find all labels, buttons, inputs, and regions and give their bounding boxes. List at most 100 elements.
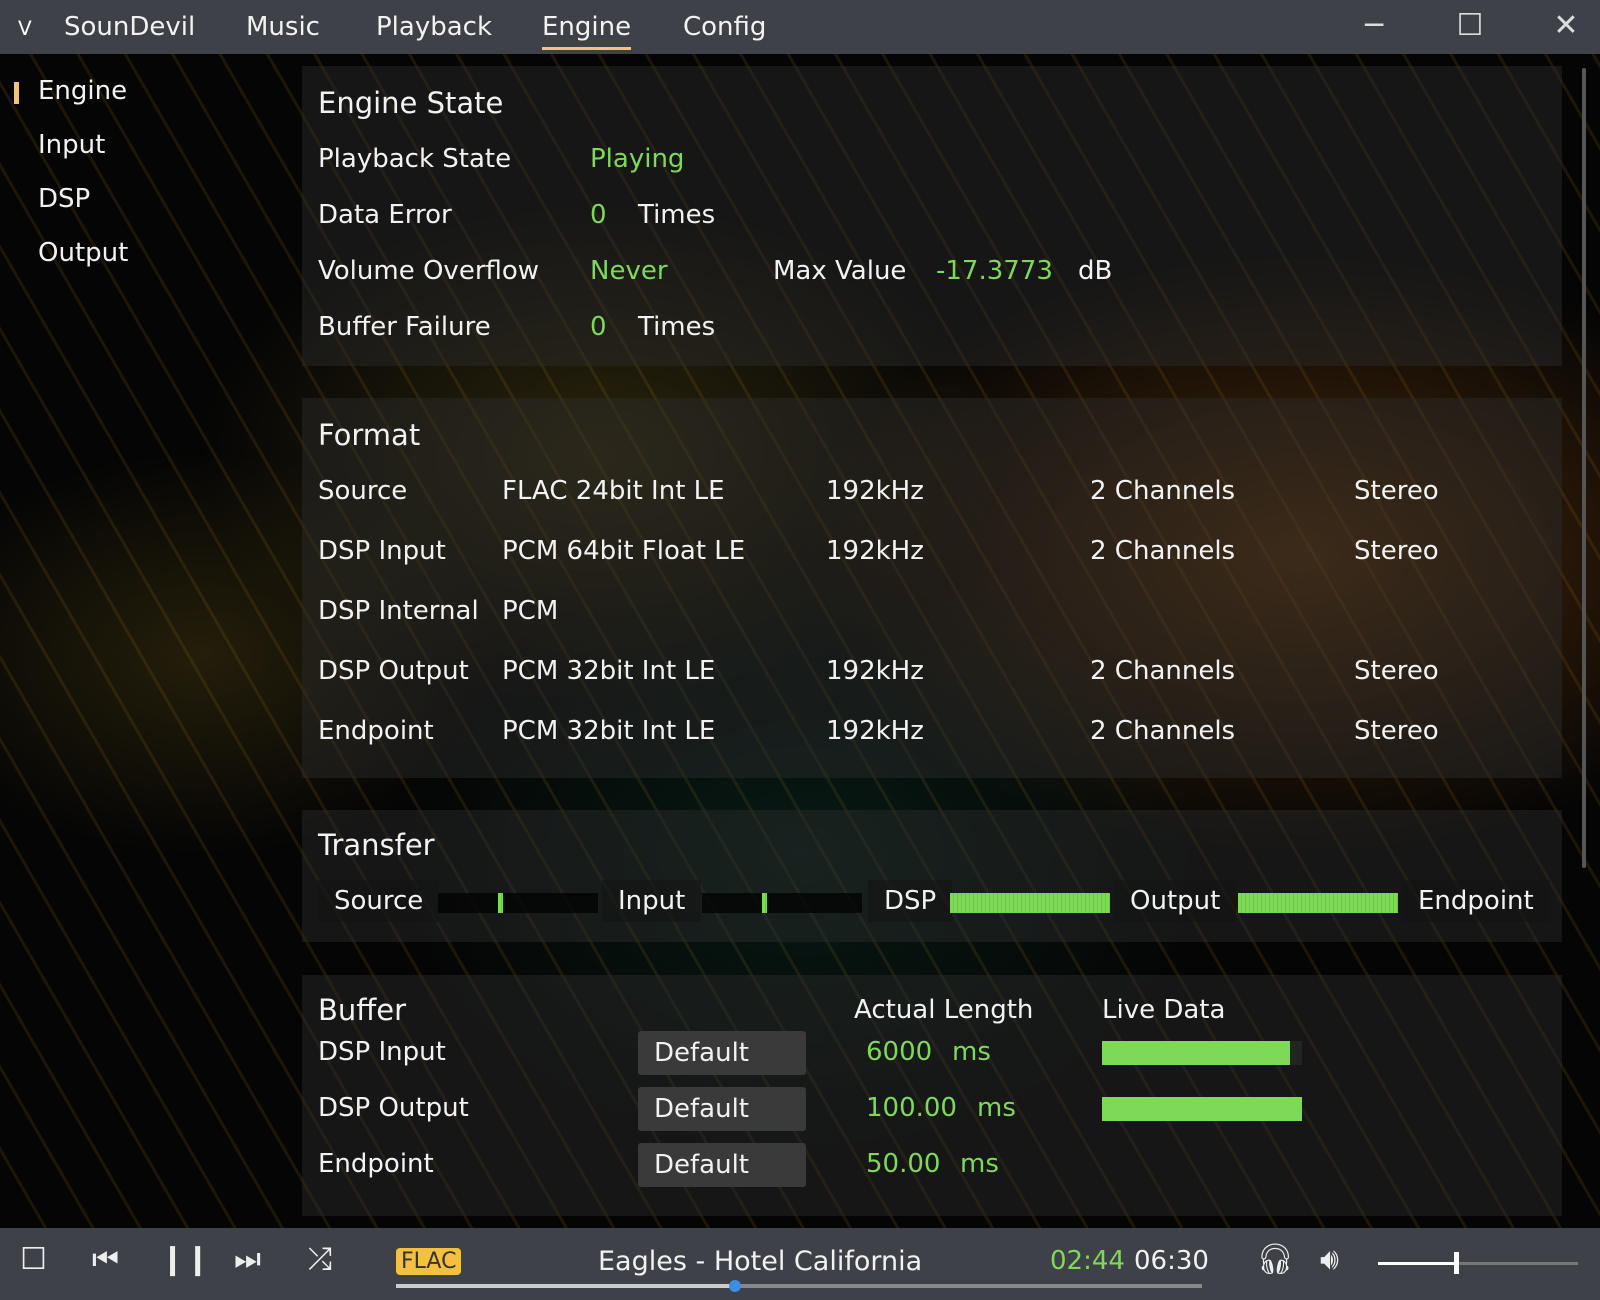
- section-title: Buffer: [318, 993, 407, 1027]
- section-title: Transfer: [318, 828, 435, 862]
- stop-icon[interactable]: ☐: [20, 1242, 47, 1277]
- sidebar-item-engine[interactable]: Engine: [38, 76, 127, 106]
- title-bar: ᐯ SounDevil Music Playback Engine Config…: [0, 0, 1600, 54]
- buffer-length-value: 6000: [866, 1037, 933, 1067]
- label: Playback State: [318, 144, 512, 174]
- transfer-bar-dsp-output: [950, 893, 1110, 913]
- engine-state-panel: Engine State Playback State Playing Data…: [302, 66, 1562, 366]
- label: Buffer Failure: [318, 312, 491, 342]
- format-cell: PCM 32bit Int LE: [502, 716, 716, 746]
- buffer-unit: ms: [960, 1149, 999, 1179]
- format-cell: 192kHz: [826, 536, 924, 566]
- buffer-unit: ms: [977, 1093, 1016, 1123]
- format-cell: 192kHz: [826, 656, 924, 686]
- unit: Times: [638, 200, 716, 230]
- app-name: SounDevil: [64, 12, 196, 42]
- elapsed-time: 02:44: [1050, 1246, 1125, 1276]
- transfer-bar-input-dsp: [702, 893, 862, 913]
- format-cell: 192kHz: [826, 476, 924, 506]
- transfer-panel: Transfer Source Input DSP Output Endpoin…: [302, 810, 1562, 942]
- buffer-mode-dropdown[interactable]: Default: [638, 1031, 806, 1075]
- menu-config[interactable]: Config: [683, 12, 766, 42]
- sidebar-active-indicator: [14, 82, 19, 104]
- buffer-failure-value: 0: [590, 312, 607, 342]
- format-cell: DSP Output: [318, 656, 469, 686]
- transfer-source: Source: [318, 880, 440, 922]
- format-badge: FLAC: [396, 1248, 462, 1275]
- format-cell: Endpoint: [318, 716, 434, 746]
- format-cell: DSP Internal: [318, 596, 479, 626]
- headphones-icon[interactable]: 🎧︎: [1256, 1242, 1294, 1277]
- scrollbar[interactable]: [1582, 68, 1586, 868]
- pause-icon[interactable]: ❙❙: [160, 1242, 210, 1277]
- buffer-panel: Buffer Actual Length Live Data DSP Input…: [302, 975, 1562, 1216]
- max-value: -17.3773: [936, 256, 1053, 286]
- volume-slider[interactable]: [1378, 1252, 1578, 1274]
- maximize-icon[interactable]: ☐: [1450, 8, 1490, 43]
- sidebar-item-dsp[interactable]: DSP: [38, 184, 90, 214]
- label: Max Value: [773, 256, 907, 286]
- format-cell: PCM: [502, 596, 559, 626]
- format-panel: Format Source FLAC 24bit Int LE 192kHz 2 Ch…: [302, 398, 1562, 778]
- column-header: Actual Length: [854, 995, 1034, 1025]
- transfer-bar-output-endpoint: [1238, 893, 1398, 913]
- format-cell: 2 Channels: [1090, 536, 1236, 566]
- duration: 06:30: [1134, 1246, 1209, 1276]
- track-title: Eagles - Hotel California: [598, 1246, 923, 1277]
- overflow-value: Never: [590, 256, 668, 286]
- label: Data Error: [318, 200, 452, 230]
- format-cell: PCM 64bit Float LE: [502, 536, 746, 566]
- menu-engine[interactable]: Engine: [542, 12, 632, 50]
- live-data-bar: [1102, 1041, 1302, 1065]
- menu-music[interactable]: Music: [246, 12, 320, 42]
- format-cell: 2 Channels: [1090, 656, 1236, 686]
- previous-icon[interactable]: ⏮: [92, 1242, 119, 1277]
- buffer-length-value: 50.00: [866, 1149, 941, 1179]
- close-icon[interactable]: ✕: [1546, 8, 1586, 43]
- column-header: Live Data: [1102, 995, 1226, 1025]
- menu-playback[interactable]: Playback: [376, 12, 492, 42]
- seek-handle[interactable]: [728, 1280, 741, 1292]
- minimize-icon[interactable]: ─: [1354, 8, 1394, 43]
- format-cell: 2 Channels: [1090, 716, 1236, 746]
- format-cell: FLAC 24bit Int LE: [502, 476, 725, 506]
- buffer-row-label: DSP Input: [318, 1037, 446, 1067]
- live-data-bar: [1102, 1097, 1302, 1121]
- format-cell: Stereo: [1354, 716, 1439, 746]
- section-title: Engine State: [318, 86, 504, 120]
- volume-icon[interactable]: 🔊︎: [1320, 1242, 1339, 1277]
- section-title: Format: [318, 418, 421, 452]
- buffer-mode-dropdown[interactable]: Default: [638, 1087, 806, 1131]
- playback-state-value: Playing: [590, 144, 685, 174]
- format-cell: Source: [318, 476, 408, 506]
- sidebar-item-output[interactable]: Output: [38, 238, 128, 268]
- format-cell: 2 Channels: [1090, 476, 1236, 506]
- unit: Times: [638, 312, 716, 342]
- transfer-endpoint: Endpoint: [1402, 880, 1550, 922]
- format-cell: Stereo: [1354, 536, 1439, 566]
- data-error-value: 0: [590, 200, 607, 230]
- app-logo-icon: ᐯ: [18, 16, 32, 40]
- format-cell: PCM 32bit Int LE: [502, 656, 716, 686]
- transfer-input: Input: [602, 880, 702, 922]
- next-icon[interactable]: ⏭: [234, 1242, 261, 1277]
- format-cell: 192kHz: [826, 716, 924, 746]
- sidebar-item-input[interactable]: Input: [38, 130, 105, 160]
- seek-bar[interactable]: [396, 1280, 1202, 1292]
- buffer-mode-dropdown[interactable]: Default: [638, 1143, 806, 1187]
- buffer-row-label: DSP Output: [318, 1093, 469, 1123]
- buffer-row-label: Endpoint: [318, 1149, 434, 1179]
- format-cell: DSP Input: [318, 536, 446, 566]
- label: Volume Overflow: [318, 256, 540, 286]
- buffer-length-value: 100.00: [866, 1093, 957, 1123]
- transfer-output: Output: [1114, 880, 1237, 922]
- transfer-bar-source-input: [438, 893, 598, 913]
- format-cell: Stereo: [1354, 476, 1439, 506]
- buffer-unit: ms: [952, 1037, 991, 1067]
- shuffle-icon[interactable]: ⤮: [308, 1242, 332, 1277]
- volume-handle[interactable]: [1454, 1252, 1459, 1274]
- unit: dB: [1078, 256, 1113, 286]
- format-cell: Stereo: [1354, 656, 1439, 686]
- player-bar: ☐ ⏮ ❙❙ ⏭ ⤮ FLAC Eagles - Hotel Californi…: [0, 1228, 1600, 1300]
- transfer-dsp: DSP: [868, 880, 953, 922]
